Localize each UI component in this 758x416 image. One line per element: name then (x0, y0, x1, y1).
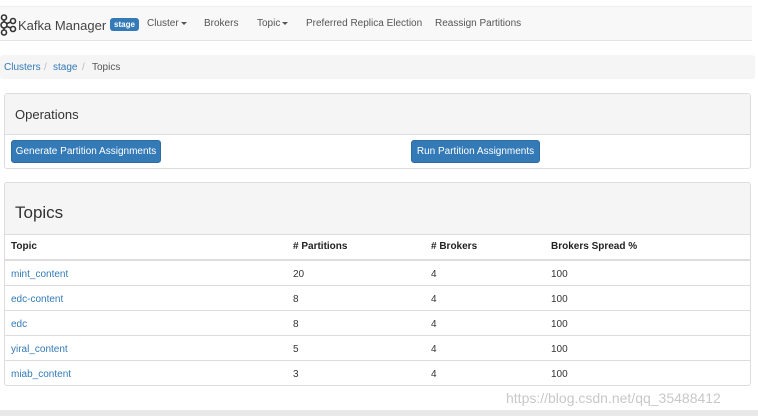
spread-cell: 100 (551, 369, 568, 380)
brokers-cell: 4 (431, 344, 437, 355)
spread-cell: 100 (551, 344, 568, 355)
breadcrumb-clusters[interactable]: Clusters (4, 62, 41, 73)
partitions-cell: 3 (293, 369, 299, 380)
brand[interactable]: Kafka Manager (0, 14, 106, 36)
breadcrumb: Clusters / stage / Topics (0, 55, 755, 79)
generate-partition-assignments-button[interactable]: Generate Partition Assignments (11, 140, 161, 163)
table-row: edc 8 4 100 (5, 311, 750, 336)
nav-cluster[interactable]: Cluster (147, 18, 187, 29)
watermark: https://blog.csdn.net/qq_35488412 (506, 390, 721, 406)
table-row: edc-content 8 4 100 (5, 286, 750, 311)
spread-cell: 100 (551, 294, 568, 305)
operations-panel: Operations Generate Partition Assignment… (4, 93, 751, 169)
topic-link[interactable]: mint_content (11, 269, 68, 280)
column-header-brokers-spread[interactable]: Brokers Spread % (551, 241, 637, 252)
topics-heading: Topics (5, 183, 750, 235)
table-row: miab_content 3 4 100 (5, 361, 750, 385)
partitions-cell: 8 (293, 294, 299, 305)
topic-link[interactable]: miab_content (11, 369, 71, 380)
breadcrumb-separator: / (44, 62, 47, 73)
nav-cluster-label: Cluster (147, 18, 179, 29)
run-partition-assignments-button[interactable]: Run Partition Assignments (411, 140, 540, 163)
partitions-cell: 8 (293, 319, 299, 330)
topic-link[interactable]: edc (11, 319, 27, 330)
column-header-brokers[interactable]: # Brokers (431, 241, 477, 252)
topic-link[interactable]: yiral_content (11, 344, 68, 355)
column-header-partitions[interactable]: # Partitions (293, 241, 347, 252)
brokers-cell: 4 (431, 319, 437, 330)
brand-name: Kafka Manager (18, 17, 107, 33)
nav-brokers[interactable]: Brokers (204, 18, 238, 29)
navbar: Kafka Manager stage Cluster Brokers Topi… (0, 6, 752, 41)
brokers-cell: 4 (431, 294, 437, 305)
nav-topic[interactable]: Topic (257, 18, 289, 29)
spread-cell: 100 (551, 269, 568, 280)
brokers-cell: 4 (431, 369, 437, 380)
cluster-badge: stage (110, 18, 139, 31)
breadcrumb-topics: Topics (92, 62, 121, 73)
table-row: yiral_content 5 4 100 (5, 336, 750, 361)
bottom-bar (0, 410, 758, 416)
spread-cell: 100 (551, 319, 568, 330)
nav-reassign-partitions[interactable]: Reassign Partitions (435, 18, 521, 29)
operations-title: Operations (15, 107, 79, 122)
breadcrumb-separator: / (82, 62, 85, 73)
partitions-cell: 5 (293, 344, 299, 355)
brokers-cell: 4 (431, 269, 437, 280)
nav-topic-label: Topic (257, 18, 281, 29)
breadcrumb-stage[interactable]: stage (53, 62, 77, 73)
nav-preferred-replica-election[interactable]: Preferred Replica Election (306, 18, 422, 29)
table-row: mint_content 20 4 100 (5, 261, 750, 286)
caret-down-icon (180, 21, 187, 25)
caret-down-icon (282, 21, 289, 25)
topics-title: Topics (15, 203, 64, 222)
topics-panel: Topics Topic # Partitions # Brokers Brok… (4, 182, 751, 386)
kafka-logo-icon (0, 14, 17, 36)
topic-link[interactable]: edc-content (11, 294, 63, 305)
column-header-topic[interactable]: Topic (11, 241, 37, 252)
partitions-cell: 20 (293, 269, 305, 280)
operations-heading: Operations (5, 94, 750, 135)
